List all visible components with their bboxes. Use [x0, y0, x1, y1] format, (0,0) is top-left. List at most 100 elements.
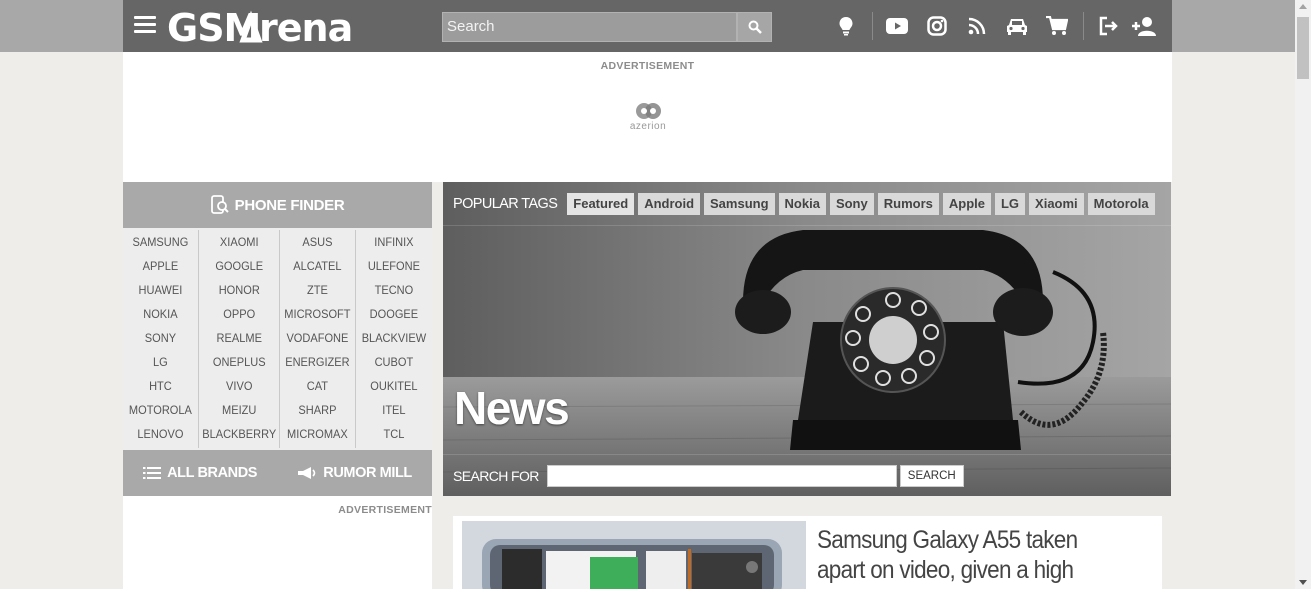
brand-link-tecno[interactable]: TECNO: [359, 278, 429, 302]
brand-link-sharp[interactable]: SHARP: [283, 398, 352, 422]
header-divider: [872, 12, 873, 40]
brand-link-microsoft[interactable]: MICROSOFT: [283, 302, 352, 326]
news-search-input[interactable]: [546, 464, 897, 487]
site-header: GSM rena Search: [123, 0, 1172, 52]
azerion-text: azerion: [629, 121, 667, 132]
search-icon: [748, 20, 762, 34]
advertisement-label: ADVERTISEMENT: [600, 60, 695, 72]
brand-link-samsung[interactable]: SAMSUNG: [126, 230, 195, 254]
menu-icon[interactable]: [134, 16, 156, 36]
brand-link-lenovo[interactable]: LENOVO: [126, 422, 195, 446]
news-title: News: [454, 382, 570, 434]
lightbulb-icon[interactable]: [834, 14, 858, 38]
brand-link-doogee[interactable]: DOOGEE: [359, 302, 429, 326]
news-search-button[interactable]: SEARCH: [899, 464, 964, 487]
brand-link-infinix[interactable]: INFINIX: [359, 230, 429, 254]
brand-link-itel[interactable]: ITEL: [359, 398, 429, 422]
site-logo[interactable]: GSM rena: [167, 4, 373, 50]
brand-link-blackview[interactable]: BLACKVIEW: [359, 326, 429, 350]
brand-link-vivo[interactable]: VIVO: [202, 374, 276, 398]
teardown-image: [462, 521, 806, 589]
brand-link-oppo[interactable]: OPPO: [202, 302, 276, 326]
brand-link-zte[interactable]: ZTE: [283, 278, 352, 302]
search-input[interactable]: Search: [442, 12, 737, 42]
azerion-logo[interactable]: azerion: [628, 100, 668, 132]
azerion-logo-icon: [636, 103, 661, 119]
brand-link-xiaomi[interactable]: XIAOMI: [202, 230, 276, 254]
news-hero: POPULAR TAGS Featured Android Samsung No…: [443, 182, 1171, 496]
article-thumbnail[interactable]: [462, 521, 806, 589]
brand-link-meizu[interactable]: MEIZU: [202, 398, 276, 422]
page-scrollbar[interactable]: [1295, 0, 1311, 589]
news-search-bar: SEARCH FOR SEARCH: [443, 454, 1171, 496]
brand-link-lg[interactable]: LG: [126, 350, 195, 374]
brand-link-realme[interactable]: REALME: [202, 326, 276, 350]
brand-column: SAMSUNG APPLE HUAWEI NOKIA SONY LG HTC MOTOROLA…: [123, 230, 199, 448]
scrollbar-thumb[interactable]: [1297, 17, 1309, 79]
tag-android[interactable]: Android: [638, 192, 701, 215]
scroll-down-arrow-icon[interactable]: [1299, 580, 1307, 585]
car-icon[interactable]: [1005, 14, 1029, 38]
tag-lg[interactable]: LG: [994, 192, 1026, 215]
tag-xiaomi[interactable]: Xiaomi: [1029, 192, 1084, 215]
brand-link-huawei[interactable]: HUAWEI: [126, 278, 195, 302]
brand-link-nokia[interactable]: NOKIA: [126, 302, 195, 326]
top-advertisement: ADVERTISEMENT azerion: [123, 52, 1172, 182]
scroll-up-arrow-icon[interactable]: [1299, 4, 1307, 9]
tag-nokia[interactable]: Nokia: [778, 192, 826, 215]
brand-link-cubot[interactable]: CUBOT: [359, 350, 429, 374]
brand-link-apple[interactable]: APPLE: [126, 254, 195, 278]
search-button[interactable]: [737, 12, 772, 42]
popular-tags-label: POPULAR TAGS: [453, 195, 558, 212]
phone-finder-panel: PHONE FINDER SAMSUNG APPLE HUAWEI NOKIA SONY…: [123, 182, 432, 589]
tag-rumors[interactable]: Rumors: [877, 192, 939, 215]
brand-link-google[interactable]: GOOGLE: [202, 254, 276, 278]
list-icon: [143, 467, 162, 479]
brand-link-motorola[interactable]: MOTOROLA: [126, 398, 195, 422]
tag-samsung[interactable]: Samsung: [704, 192, 775, 215]
brand-column: ASUS ALCATEL ZTE MICROSOFT VODAFONE ENERGIZER…: [280, 230, 357, 448]
brand-link-alcatel[interactable]: ALCATEL: [283, 254, 352, 278]
popular-tags-bar: POPULAR TAGS Featured Android Samsung No…: [443, 182, 1171, 226]
phone-search-icon: [210, 195, 229, 214]
brand-link-cat[interactable]: CAT: [283, 374, 352, 398]
brand-column: INFINIX ULEFONE TECNO DOOGEE BLACKVIEW CUBOT O…: [356, 230, 432, 448]
tag-sony[interactable]: Sony: [829, 192, 874, 215]
brand-link-htc[interactable]: HTC: [126, 374, 195, 398]
tag-apple[interactable]: Apple: [942, 192, 991, 215]
brand-link-tcl[interactable]: TCL: [359, 422, 429, 446]
brand-link-vodafone[interactable]: VODAFONE: [283, 326, 352, 350]
tag-featured[interactable]: Featured: [567, 192, 635, 215]
instagram-icon[interactable]: [925, 14, 949, 38]
left-footer: ALL BRANDS RUMOR MILL: [123, 450, 432, 496]
all-brands-label: ALL BRANDS: [167, 465, 258, 481]
megaphone-icon: [298, 467, 316, 479]
youtube-icon[interactable]: [885, 14, 909, 38]
tag-motorola[interactable]: Motorola: [1087, 192, 1155, 215]
rss-icon[interactable]: [965, 14, 989, 38]
brand-link-sony[interactable]: SONY: [126, 326, 195, 350]
brand-link-blackberry[interactable]: BLACKBERRY: [202, 422, 276, 446]
cart-icon[interactable]: [1045, 14, 1069, 38]
login-icon[interactable]: [1096, 14, 1120, 38]
brand-link-honor[interactable]: HONOR: [202, 278, 276, 302]
brand-grid: SAMSUNG APPLE HUAWEI NOKIA SONY LG HTC MOTOROLA…: [123, 228, 432, 450]
rotary-phone-image: [443, 182, 1171, 496]
svg-text:rena: rena: [259, 6, 352, 48]
brand-column: XIAOMI GOOGLE HONOR OPPO REALME ONEPLUS VIVO ME…: [199, 230, 281, 448]
phone-finder-title: PHONE FINDER: [234, 196, 345, 214]
brand-link-oukitel[interactable]: OUKITEL: [359, 374, 429, 398]
rumor-mill-label: RUMOR MILL: [323, 465, 412, 481]
left-advertisement: ADVERTISEMENT: [123, 496, 432, 589]
all-brands-button[interactable]: ALL BRANDS: [143, 465, 257, 481]
brand-link-oneplus[interactable]: ONEPLUS: [202, 350, 276, 374]
article-card[interactable]: Samsung Galaxy A55 taken apart on video,…: [453, 516, 1162, 589]
phone-finder-header[interactable]: PHONE FINDER: [123, 182, 432, 228]
brand-link-asus[interactable]: ASUS: [283, 230, 352, 254]
rumor-mill-button[interactable]: RUMOR MILL: [297, 465, 412, 481]
add-user-icon[interactable]: [1131, 14, 1159, 38]
brand-link-ulefone[interactable]: ULEFONE: [359, 254, 429, 278]
brand-link-micromax[interactable]: MICROMAX: [283, 422, 352, 446]
article-headline[interactable]: Samsung Galaxy A55 taken apart on video,…: [817, 525, 1123, 589]
brand-link-energizer[interactable]: ENERGIZER: [283, 350, 352, 374]
